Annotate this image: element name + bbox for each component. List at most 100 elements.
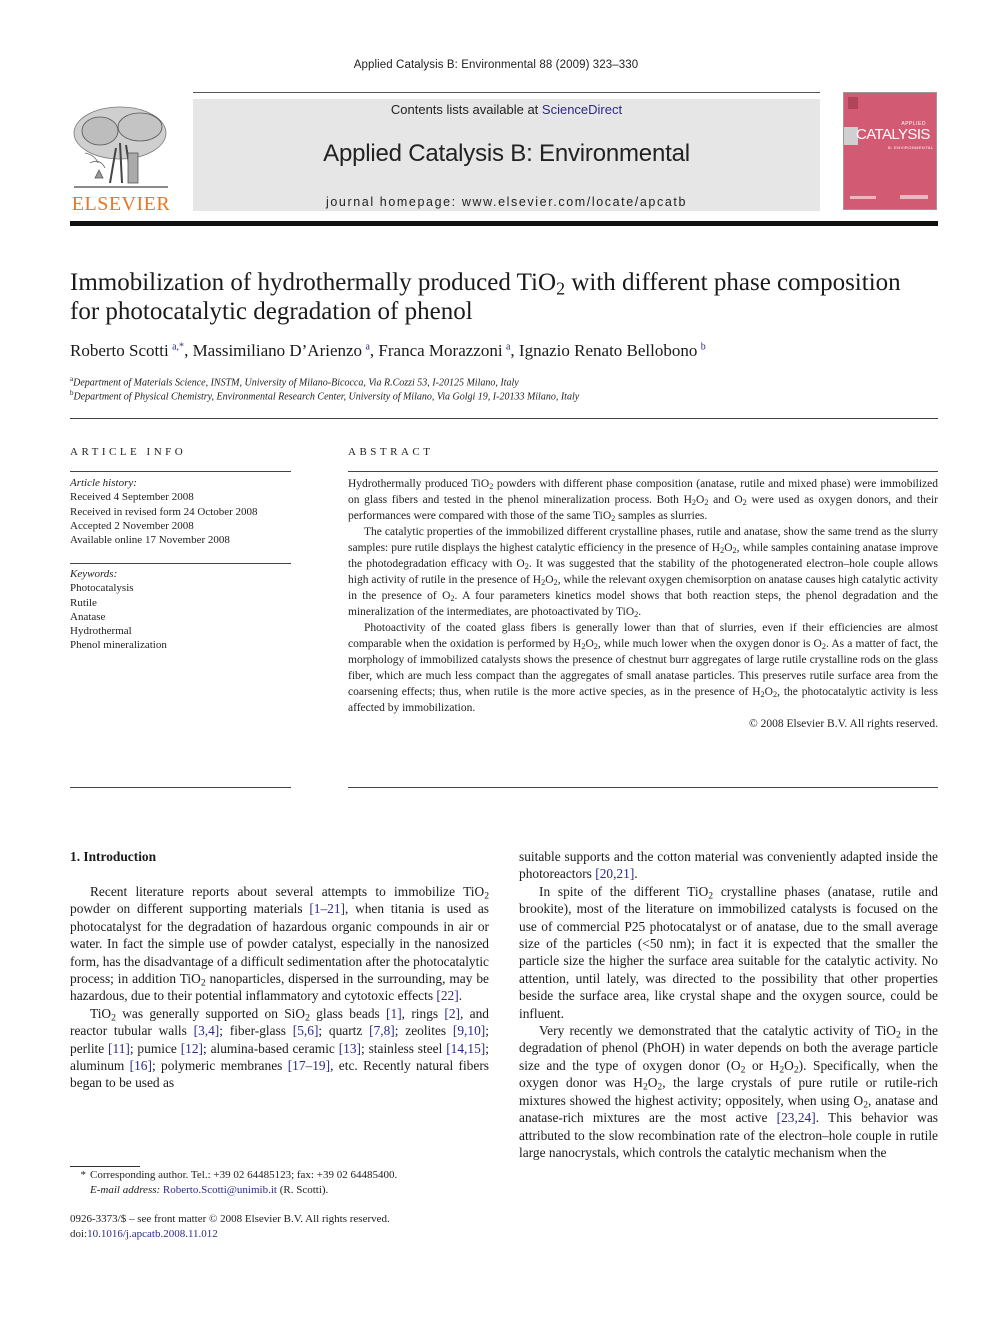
author-affil-mark[interactable]: a,* xyxy=(172,341,184,352)
footnote-contact: Corresponding author. Tel.: +39 02 64485… xyxy=(90,1169,398,1181)
body-column-right: suitable supports and the cotton materia… xyxy=(519,848,938,1161)
citation-link[interactable]: [7,8] xyxy=(369,1023,395,1038)
section-heading-introduction: 1. Introduction xyxy=(70,849,157,864)
divider xyxy=(70,563,291,564)
citation-link[interactable]: [9,10] xyxy=(453,1023,485,1038)
keyword: Phenol mineralization xyxy=(70,639,167,652)
citation-link[interactable]: [13] xyxy=(339,1041,361,1056)
abstract-body: Hydrothermally produced TiO2 powders wit… xyxy=(348,476,938,732)
body-paragraph: TiO2 was generally supported on SiO2 gla… xyxy=(70,1005,489,1091)
citation-link[interactable]: [22] xyxy=(436,988,458,1003)
citation-link[interactable]: [2] xyxy=(444,1006,460,1021)
citation-link[interactable]: [17–19] xyxy=(288,1058,330,1073)
subscript: 2 xyxy=(895,1029,901,1041)
citation-link[interactable]: [5,6] xyxy=(293,1023,319,1038)
body-paragraph: suitable supports and the cotton materia… xyxy=(519,849,938,882)
abstract-paragraph: Hydrothermally produced TiO2 powders wit… xyxy=(348,478,938,524)
citation-link[interactable]: [20,21] xyxy=(595,866,634,881)
article-title: Immobilization of hydrothermally produce… xyxy=(70,268,930,326)
subscript: 2 xyxy=(708,890,714,902)
divider xyxy=(70,787,291,788)
keywords-heading: Keywords: xyxy=(70,568,118,580)
author-list: Roberto Scotti a,*, Massimiliano D’Arien… xyxy=(70,341,706,360)
sciencedirect-link[interactable]: ScienceDirect xyxy=(542,102,622,117)
author-affil-mark[interactable]: a xyxy=(506,341,510,352)
author-name[interactable]: Franca Morazzoni xyxy=(378,341,502,360)
keyword: Anatase xyxy=(70,610,106,623)
cover-footer-right xyxy=(900,195,928,199)
subscript: 2 xyxy=(642,1081,648,1093)
divider xyxy=(348,471,938,472)
affiliation-text: Department of Materials Science, INSTM, … xyxy=(73,377,519,389)
doi-link[interactable]: 10.1016/j.apcatb.2008.11.012 xyxy=(87,1228,218,1240)
history-item: Accepted 2 November 2008 xyxy=(70,519,194,532)
keywords: Keywords: Photocatalysis Rutile Anatase … xyxy=(70,567,295,653)
journal-homepage: journal homepage: www.elsevier.com/locat… xyxy=(193,195,820,209)
abstract-paragraph: Photoactivity of the coated glass fibers… xyxy=(348,622,938,714)
citation-link[interactable]: [11] xyxy=(108,1041,130,1056)
body-column-left: Recent literature reports about several … xyxy=(70,883,489,1092)
history-item: Available online 17 November 2008 xyxy=(70,534,230,547)
citation-link[interactable]: [23,24] xyxy=(777,1110,816,1125)
email-link[interactable]: Roberto.Scotti@unimib.it xyxy=(163,1184,277,1196)
citation-link[interactable]: [3,4] xyxy=(194,1023,220,1038)
subscript: 2 xyxy=(553,578,558,588)
citation-link[interactable]: [14,15] xyxy=(446,1041,485,1056)
body-paragraph: Recent literature reports about several … xyxy=(70,884,489,1004)
homepage-url-link[interactable]: www.elsevier.com/locate/apcatb xyxy=(462,195,687,209)
subscript: 2 xyxy=(742,498,747,508)
subscript: 2 xyxy=(732,546,737,556)
body-paragraph: In spite of the different TiO2 crystalli… xyxy=(519,883,938,1021)
issn-line: 0926-3373/$ – see front matter © 2008 El… xyxy=(70,1213,390,1225)
author-affil-mark[interactable]: a xyxy=(365,341,369,352)
affiliation-text: Department of Physical Chemistry, Enviro… xyxy=(73,391,580,403)
subscript: 2 xyxy=(489,482,494,492)
doi-prefix: doi: xyxy=(70,1228,88,1240)
header-thick-rule xyxy=(70,221,938,226)
subscript: 2 xyxy=(657,1081,663,1093)
citation-link[interactable]: [1–21] xyxy=(309,901,345,916)
abstract-copyright: © 2008 Elsevier B.V. All rights reserved… xyxy=(749,718,938,730)
affiliation: bDepartment of Physical Chemistry, Envir… xyxy=(70,389,930,402)
author-name[interactable]: Roberto Scotti xyxy=(70,341,169,360)
subscript: 2 xyxy=(704,498,709,508)
journal-name: Applied Catalysis B: Environmental xyxy=(323,140,690,167)
subscript: 2 xyxy=(772,690,778,700)
subscript: 2 xyxy=(740,1064,746,1076)
subscript: 2 xyxy=(634,610,639,620)
subscript: 2 xyxy=(760,690,765,700)
citation-link[interactable]: [16] xyxy=(130,1058,152,1073)
subscript: 2 xyxy=(720,546,725,556)
subscript: 2 xyxy=(691,498,697,508)
subscript: 2 xyxy=(524,562,529,572)
journal-cover-image: APPLIED CATALYSIS B: ENVIRONMENTAL xyxy=(843,92,937,210)
history-item: Received 4 September 2008 xyxy=(70,491,194,504)
citation-link[interactable]: [12] xyxy=(181,1041,203,1056)
subscript: 2 xyxy=(793,1064,799,1076)
keyword: Hydrothermal xyxy=(70,625,132,638)
keyword: Photocatalysis xyxy=(70,582,134,595)
cover-catalysis-text: CATALYSIS xyxy=(856,126,930,143)
front-matter: 0926-3373/$ – see front matter © 2008 El… xyxy=(70,1212,500,1242)
running-head: Applied Catalysis B: Environmental 88 (2… xyxy=(353,59,639,71)
abstract-paragraph: The catalytic properties of the immobili… xyxy=(348,526,938,620)
citation-link[interactable]: [1] xyxy=(386,1006,402,1021)
author-affil-mark[interactable]: b xyxy=(701,341,706,352)
divider xyxy=(70,418,938,419)
email-suffix: (R. Scotti). xyxy=(276,1184,329,1196)
subscript: 2 xyxy=(305,1012,310,1024)
subscript: 2 xyxy=(593,642,598,652)
header-top-rule xyxy=(193,92,820,93)
author-name[interactable]: Ignazio Renato Bellobono xyxy=(519,341,697,360)
subscript: 2 xyxy=(821,642,826,652)
subscript: 2 xyxy=(581,642,586,652)
author-name[interactable]: Massimiliano D’Arienzo xyxy=(193,341,363,360)
subscript: 2 xyxy=(779,1064,785,1076)
subscript: 2 xyxy=(611,514,616,524)
title-subscript: 2 xyxy=(556,278,566,299)
history-heading: Article history: xyxy=(70,477,137,489)
contents-prefix: Contents lists available at xyxy=(390,102,542,117)
article-info-heading: ARTICLE INFO xyxy=(70,446,187,458)
divider xyxy=(348,787,938,788)
subscript: 2 xyxy=(484,890,489,902)
